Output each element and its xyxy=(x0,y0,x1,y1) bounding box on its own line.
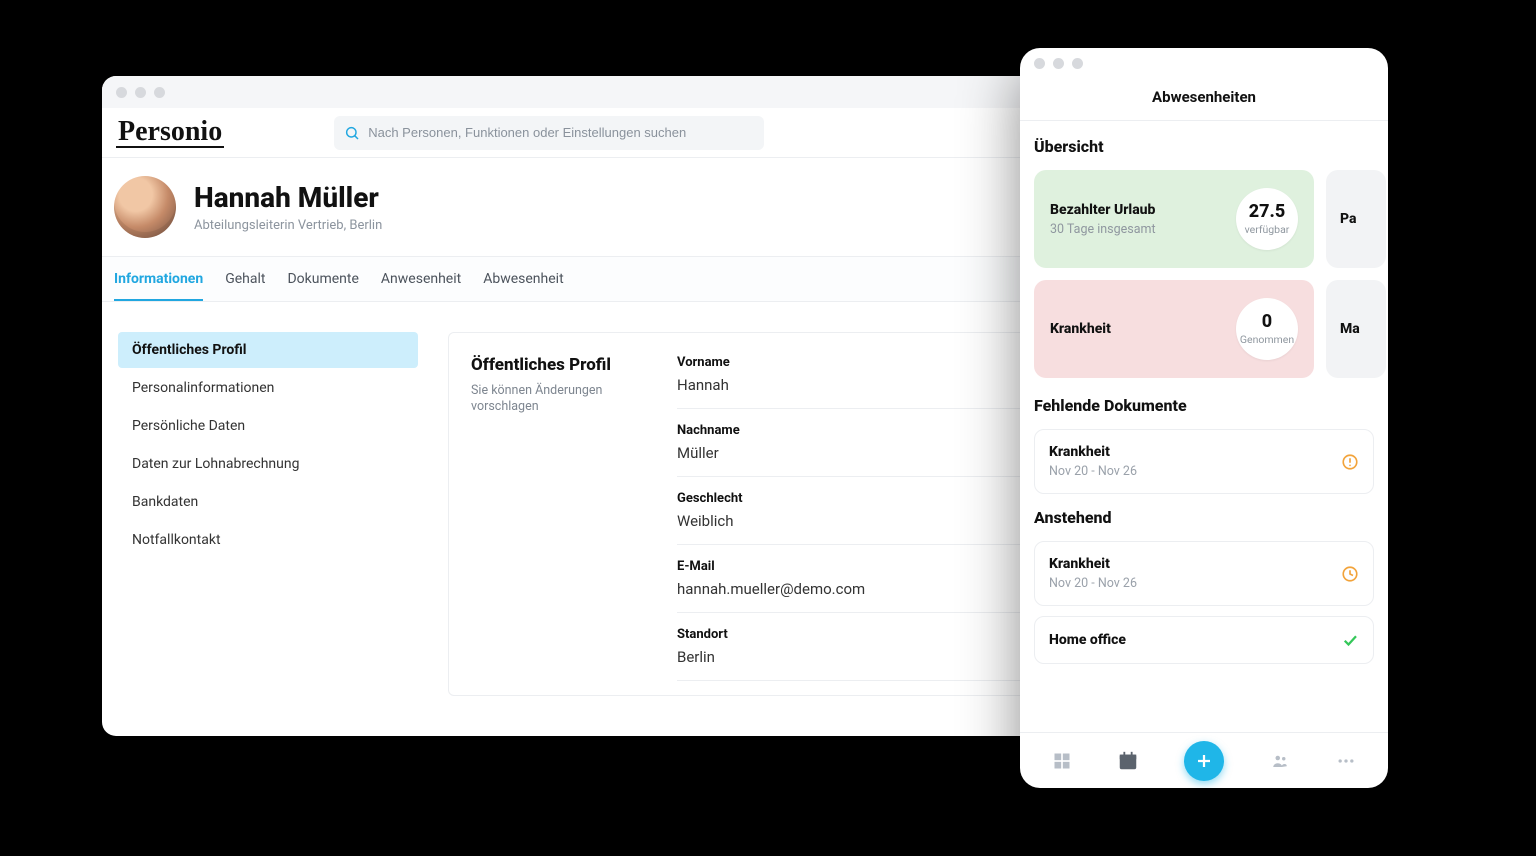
item-title: Krankheit xyxy=(1049,556,1137,572)
plus-icon xyxy=(1195,752,1213,770)
topbar: Personio xyxy=(102,108,1062,158)
item-title: Krankheit xyxy=(1049,444,1137,460)
field-value: Hannah xyxy=(677,376,1027,394)
summary-card[interactable]: Krankheit 0 Genommen xyxy=(1034,280,1314,378)
tab-informationen[interactable]: Informationen xyxy=(114,257,203,301)
sidebar-item[interactable]: Persönliche Daten xyxy=(118,408,418,444)
sidebar-item[interactable]: Öffentliches Profil xyxy=(118,332,418,368)
window-dot-min[interactable] xyxy=(135,87,146,98)
item-sub: Nov 20 - Nov 26 xyxy=(1049,464,1137,479)
summary-card[interactable]: Bezahlter Urlaub 30 Tage insgesamt 27.5 ver… xyxy=(1034,170,1314,268)
summary-card-title: Ma xyxy=(1340,321,1360,337)
mobile-titlebar xyxy=(1020,48,1388,78)
missing-docs-title: Fehlende Dokumente xyxy=(1034,396,1374,415)
search-input[interactable] xyxy=(368,125,754,140)
field-value: hannah.mueller@demo.com xyxy=(677,580,1027,598)
field-value: Weiblich xyxy=(677,512,1027,530)
summary-value: 27.5 xyxy=(1249,203,1285,221)
sidebar-item[interactable]: Notfallkontakt xyxy=(118,522,418,558)
field-label: Standort xyxy=(677,627,1027,642)
window-dot-close[interactable] xyxy=(116,87,127,98)
more-icon xyxy=(1336,751,1356,771)
profile-field[interactable]: Vorname Hannah xyxy=(677,355,1027,409)
people-icon xyxy=(1269,752,1291,770)
profile-field[interactable]: E-Mail hannah.mueller@demo.com xyxy=(677,559,1027,613)
calendar-icon xyxy=(1117,750,1139,772)
profile-name: Hannah Müller xyxy=(194,181,382,214)
summary-label: verfügbar xyxy=(1245,223,1290,236)
profile-tabs: Informationen Gehalt Dokumente Anwesenheit A… xyxy=(102,256,1062,302)
section-sidebar: Öffentliches ProfilPersonalinformationen… xyxy=(118,332,418,696)
fields-list: Vorname Hannah Nachname Müller Geschlecht Wei… xyxy=(677,355,1027,695)
overview-cards: Bezahlter Urlaub 30 Tage insgesamt 27.5 ver… xyxy=(1034,170,1374,378)
check-icon xyxy=(1341,631,1359,649)
desktop-app-window: Personio Hannah Müller Abteilungsleiteri… xyxy=(102,76,1062,736)
missing-docs-list: Krankheit Nov 20 - Nov 26 xyxy=(1034,429,1374,494)
grid-icon xyxy=(1052,751,1072,771)
pending-title: Anstehend xyxy=(1034,508,1374,527)
tabbar-more[interactable] xyxy=(1336,751,1356,771)
window-dot-max[interactable] xyxy=(1072,58,1083,69)
sidebar-item[interactable]: Daten zur Lohnabrechnung xyxy=(118,446,418,482)
overview-title: Übersicht xyxy=(1034,137,1374,156)
summary-value: 0 xyxy=(1262,313,1272,331)
summary-card-title: Krankheit xyxy=(1050,321,1111,337)
profile-field[interactable]: Standort Berlin xyxy=(677,627,1027,681)
summary-card-sub: 30 Tage insgesamt xyxy=(1050,222,1156,237)
profile-field[interactable]: Geschlecht Weiblich xyxy=(677,491,1027,545)
content-area: Öffentliches ProfilPersonalinformationen… xyxy=(102,302,1062,696)
avatar[interactable] xyxy=(114,176,176,238)
profile-header: Hannah Müller Abteilungsleiterin Vertrie… xyxy=(102,158,1062,256)
mobile-tabbar xyxy=(1020,732,1388,788)
summary-card-peek[interactable]: Pa xyxy=(1326,170,1386,268)
window-dot-max[interactable] xyxy=(154,87,165,98)
tabbar-calendar[interactable] xyxy=(1117,750,1139,772)
mobile-body: Übersicht Bezahlter Urlaub 30 Tage insges… xyxy=(1020,121,1388,732)
tabbar-people[interactable] xyxy=(1269,752,1291,770)
tab-gehalt[interactable]: Gehalt xyxy=(225,257,265,301)
tabbar-add-button[interactable] xyxy=(1184,741,1224,781)
profile-field[interactable]: Nachname Müller xyxy=(677,423,1027,477)
field-label: Vorname xyxy=(677,355,1027,370)
summary-badge: 0 Genommen xyxy=(1236,298,1298,360)
summary-card-title: Pa xyxy=(1340,211,1356,227)
window-dot-min[interactable] xyxy=(1053,58,1064,69)
field-label: Geschlecht xyxy=(677,491,1027,506)
pending-list: Krankheit Nov 20 - Nov 26 Home office xyxy=(1034,541,1374,664)
item-sub: Nov 20 - Nov 26 xyxy=(1049,576,1137,591)
brand-logo[interactable]: Personio xyxy=(116,118,224,148)
details-panel: Öffentliches Profil Sie können Änderunge… xyxy=(448,332,1050,696)
clock-icon xyxy=(1341,565,1359,583)
tab-abwesenheit[interactable]: Abwesenheit xyxy=(483,257,563,301)
sidebar-item[interactable]: Personalinformationen xyxy=(118,370,418,406)
alert-icon xyxy=(1341,453,1359,471)
summary-badge: 27.5 verfügbar xyxy=(1236,188,1298,250)
field-value: Berlin xyxy=(677,648,1027,666)
list-item[interactable]: Home office xyxy=(1034,616,1374,664)
list-item[interactable]: Krankheit Nov 20 - Nov 26 xyxy=(1034,429,1374,494)
list-item[interactable]: Krankheit Nov 20 - Nov 26 xyxy=(1034,541,1374,606)
tab-anwesenheit[interactable]: Anwesenheit xyxy=(381,257,461,301)
window-titlebar xyxy=(102,76,1062,108)
mobile-header-title: Abwesenheiten xyxy=(1020,78,1388,121)
mobile-app-window: Abwesenheiten Übersicht Bezahlter Urlaub… xyxy=(1020,48,1388,788)
details-title: Öffentliches Profil xyxy=(471,355,651,375)
window-dot-close[interactable] xyxy=(1034,58,1045,69)
field-label: Nachname xyxy=(677,423,1027,438)
summary-card-peek[interactable]: Ma xyxy=(1326,280,1386,378)
tab-dokumente[interactable]: Dokumente xyxy=(287,257,358,301)
details-hint: Sie können Änderungen vorschlagen xyxy=(471,383,651,416)
field-label: E-Mail xyxy=(677,559,1027,574)
tabbar-dashboard[interactable] xyxy=(1052,751,1072,771)
summary-label: Genommen xyxy=(1240,333,1294,346)
summary-card-title: Bezahlter Urlaub xyxy=(1050,202,1156,218)
field-value: Müller xyxy=(677,444,1027,462)
search-icon xyxy=(344,125,360,141)
search-box[interactable] xyxy=(334,116,764,150)
sidebar-item[interactable]: Bankdaten xyxy=(118,484,418,520)
item-title: Home office xyxy=(1049,632,1126,648)
profile-subtitle: Abteilungsleiterin Vertrieb, Berlin xyxy=(194,218,382,233)
